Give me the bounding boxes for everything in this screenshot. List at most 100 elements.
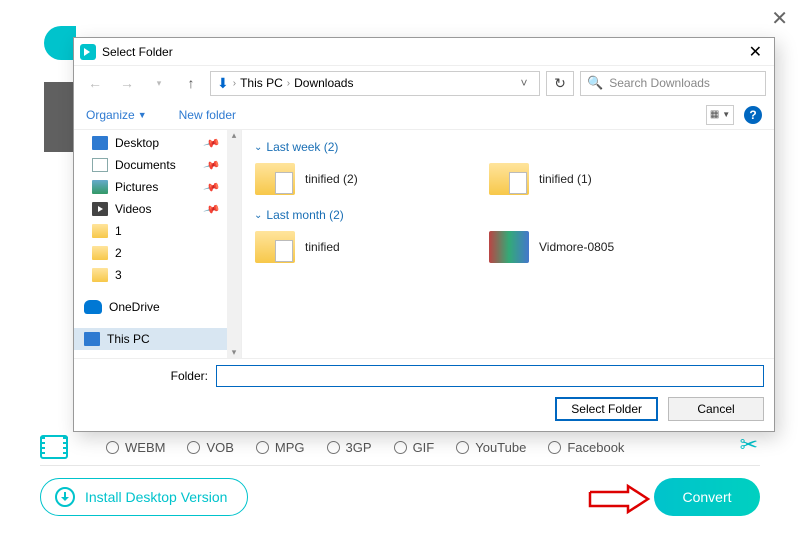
folder-item[interactable]: tinified (2) — [252, 160, 462, 198]
folder-input[interactable] — [216, 365, 764, 387]
chevron-right-icon: › — [233, 78, 236, 89]
organize-label: Organize — [86, 108, 135, 122]
new-folder-button[interactable]: New folder — [179, 108, 236, 122]
nav-item-this-pc[interactable]: This PC — [74, 328, 241, 350]
folder-content[interactable]: ⌄ Last week (2) tinified (2) tinified (1) ⌄… — [242, 130, 774, 358]
nav-label: Documents — [115, 158, 176, 172]
nav-item-documents[interactable]: Documents 📌 — [74, 154, 241, 176]
folder-label: tinified (1) — [539, 172, 592, 186]
nav-item-pictures[interactable]: Pictures📌 — [74, 176, 241, 198]
search-placeholder: Search Downloads — [609, 76, 710, 90]
nav-label: Pictures — [115, 180, 158, 194]
nav-label: OneDrive — [109, 300, 160, 314]
fld-icon — [92, 246, 108, 260]
format-label: 3GP — [346, 440, 372, 455]
folder-item[interactable]: tinified (1) — [486, 160, 696, 198]
convert-label: Convert — [682, 489, 731, 505]
install-label: Install Desktop Version — [85, 489, 227, 505]
cut-icon[interactable]: ✂ — [740, 432, 758, 458]
dialog-body: Desktop📌 Documents 📌 Pictures📌 Videos 📌 1 2 3 One… — [74, 130, 774, 359]
format-option-youtube[interactable]: YouTube — [456, 440, 526, 455]
nav-label: 1 — [115, 224, 122, 238]
chevron-down-icon: ⌄ — [254, 210, 262, 221]
navigation-pane: Desktop📌 Documents 📌 Pictures📌 Videos 📌 1 2 3 One… — [74, 130, 242, 358]
select-folder-dialog: Select Folder ✕ ← → ▾ ↑ ⬇ › This PC › Do… — [73, 37, 775, 432]
format-option-vob[interactable]: VOB — [187, 440, 233, 455]
view-options-button[interactable]: ▦▼ — [706, 105, 734, 125]
format-option-gif[interactable]: GIF — [394, 440, 435, 455]
recent-dropdown[interactable]: ▾ — [146, 71, 172, 95]
folder-icon — [255, 163, 295, 195]
select-folder-button[interactable]: Select Folder — [555, 397, 658, 421]
cancel-button[interactable]: Cancel — [668, 397, 764, 421]
folder-icon — [255, 231, 295, 263]
preview-thumbnail — [44, 82, 74, 152]
fld-icon — [92, 224, 108, 238]
pc-icon — [84, 332, 100, 346]
chevron-right-icon: › — [287, 78, 290, 89]
format-bar: WEBM VOB MPG 3GP GIF YouTube Facebook ✂ — [40, 434, 760, 460]
nav-item-3[interactable]: 3 — [74, 264, 241, 286]
convert-button[interactable]: Convert — [654, 478, 760, 516]
forward-button: → — [114, 71, 140, 95]
vid-icon — [92, 202, 108, 216]
nav-item-desktop[interactable]: Desktop📌 — [74, 132, 241, 154]
format-option-webm[interactable]: WEBM — [106, 440, 165, 455]
crumb-current[interactable]: Downloads — [294, 76, 353, 90]
format-label: GIF — [413, 440, 435, 455]
back-button[interactable]: ← — [82, 71, 108, 95]
dialog-close-button[interactable]: ✕ — [743, 42, 768, 62]
crumb-root[interactable]: This PC — [240, 76, 283, 90]
format-option-facebook[interactable]: Facebook — [548, 440, 624, 455]
cloud-icon — [84, 300, 102, 314]
chevron-down-icon: ⌄ — [254, 142, 262, 153]
folder-field-label: Folder: — [84, 369, 208, 383]
close-icon[interactable]: ✕ — [771, 6, 788, 31]
format-label: MPG — [275, 440, 305, 455]
fld-icon — [92, 268, 108, 282]
folder-icon — [489, 163, 529, 195]
group-header[interactable]: ⌄ Last month (2) — [254, 208, 764, 222]
format-label: VOB — [206, 440, 233, 455]
dialog-title-bar: Select Folder ✕ — [74, 38, 774, 66]
breadcrumb-bar[interactable]: ⬇ › This PC › Downloads ˅ — [210, 71, 540, 96]
organize-menu[interactable]: Organize ▼ — [86, 108, 147, 122]
nav-scrollbar[interactable]: ▴▾ — [227, 130, 241, 358]
install-desktop-button[interactable]: Install Desktop Version — [40, 478, 248, 516]
nav-item-videos[interactable]: Videos 📌 — [74, 198, 241, 220]
address-bar-row: ← → ▾ ↑ ⬇ › This PC › Downloads ˅ ↻ 🔍 Se… — [74, 66, 774, 100]
folder-label: tinified (2) — [305, 172, 358, 186]
folder-item[interactable]: Vidmore-0805 — [486, 228, 696, 266]
refresh-button[interactable]: ↻ — [546, 71, 574, 96]
help-button[interactable]: ? — [744, 106, 762, 124]
up-button[interactable]: ↑ — [178, 71, 204, 95]
dialog-toolbar: Organize ▼ New folder ▦▼ ? — [74, 100, 774, 130]
download-icon — [55, 487, 75, 507]
app-logo-icon — [80, 44, 96, 60]
pin-icon: 📌 — [203, 156, 221, 174]
folder-item[interactable]: tinified — [252, 228, 462, 266]
down-arrow-icon: ⬇ — [217, 75, 229, 92]
dialog-title: Select Folder — [102, 45, 173, 59]
search-icon: 🔍 — [587, 75, 603, 91]
nav-label: 3 — [115, 268, 122, 282]
search-input[interactable]: 🔍 Search Downloads — [580, 71, 766, 96]
format-label: Facebook — [567, 440, 624, 455]
add-button-partial[interactable] — [44, 26, 76, 60]
format-option-mpg[interactable]: MPG — [256, 440, 305, 455]
dialog-footer: Folder: Select Folder Cancel — [74, 359, 774, 431]
nav-item-2[interactable]: 2 — [74, 242, 241, 264]
nav-item-onedrive[interactable]: OneDrive — [74, 296, 241, 318]
nav-item-1[interactable]: 1 — [74, 220, 241, 242]
format-label: YouTube — [475, 440, 526, 455]
format-option-3gp[interactable]: 3GP — [327, 440, 372, 455]
group-header[interactable]: ⌄ Last week (2) — [254, 140, 764, 154]
format-label: WEBM — [125, 440, 165, 455]
nav-label: Videos — [115, 202, 151, 216]
folder-icon — [489, 231, 529, 263]
folder-label: tinified — [305, 240, 340, 254]
pic-icon — [92, 180, 108, 194]
divider — [40, 465, 760, 466]
crumb-dropdown-icon[interactable]: ˅ — [515, 76, 533, 90]
pin-icon: 📌 — [203, 200, 221, 218]
